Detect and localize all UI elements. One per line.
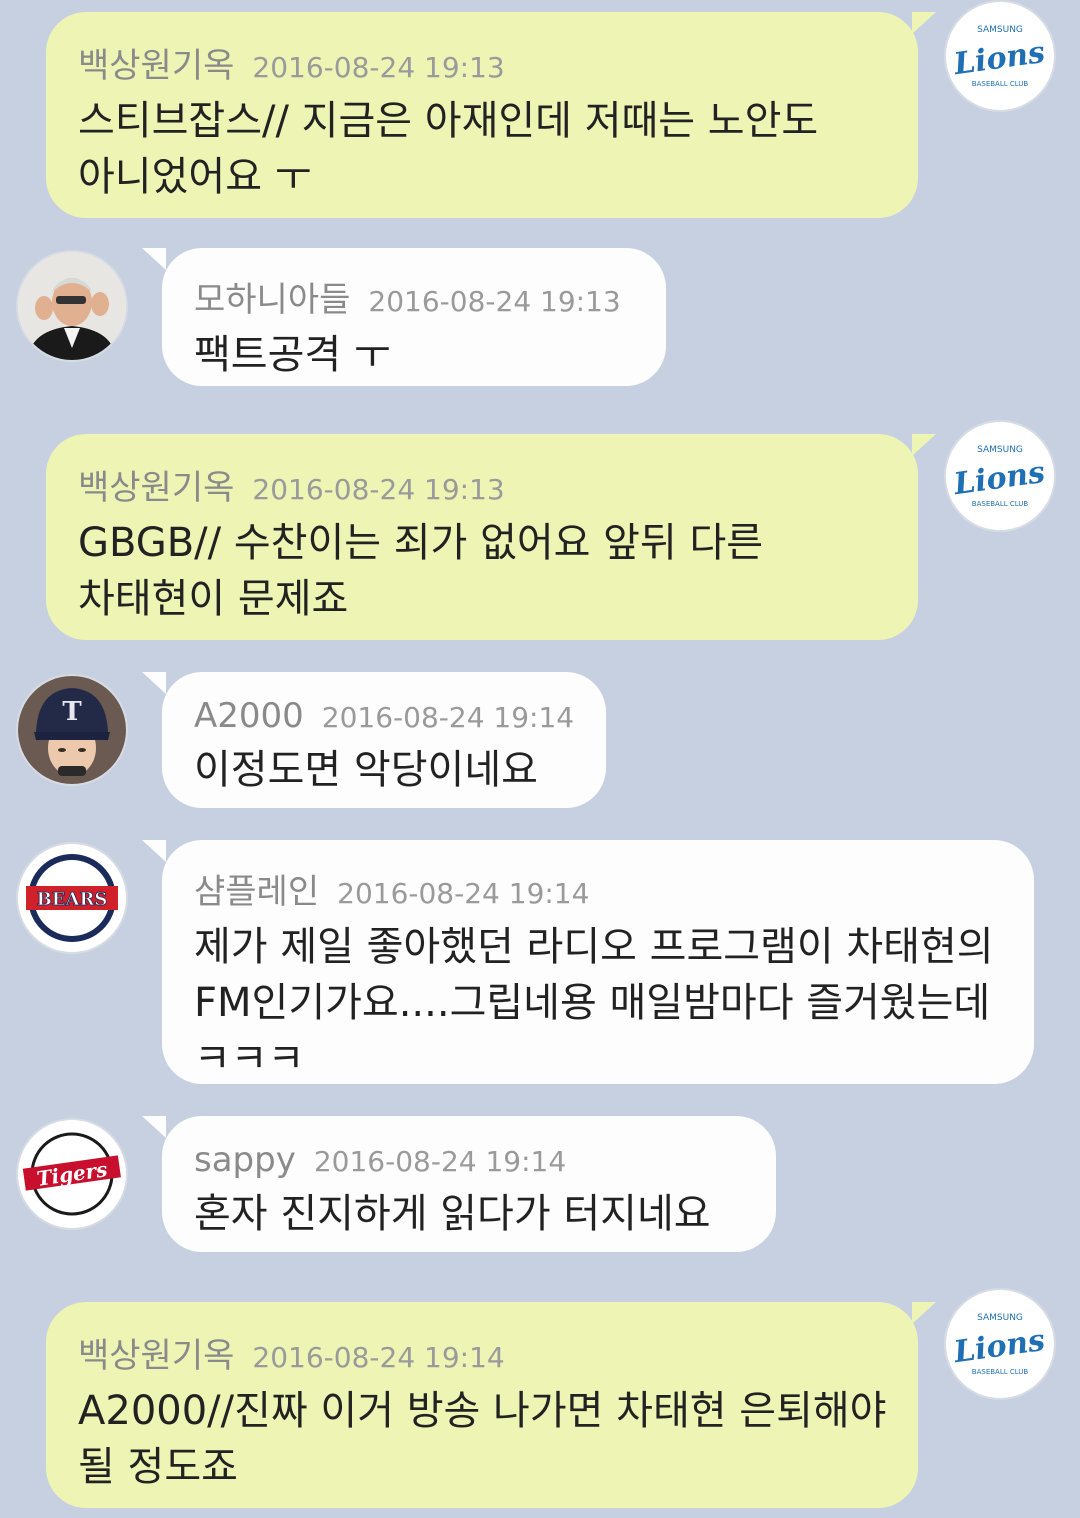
message-text: A2000//진짜 이거 방송 나가면 차태현 은퇴해야 될 정도죠: [78, 1388, 887, 1490]
svg-text:SAMSUNG: SAMSUNG: [977, 1313, 1023, 1323]
svg-text:BASEBALL CLUB: BASEBALL CLUB: [972, 80, 1029, 88]
chat-bubble-mine[interactable]: 백상원기옥 2016-08-24 19:13 스티브잡스// 지금은 아재인데 …: [46, 12, 936, 218]
bears-logo-icon[interactable]: BEARS: [16, 842, 128, 954]
message-meta: 모하니아들 2016-08-24 19:13: [194, 272, 636, 321]
message-meta: 백상원기옥 2016-08-24 19:13: [78, 38, 888, 87]
chat-bubble-mine[interactable]: 백상원기옥 2016-08-24 19:14 A2000//진짜 이거 방송 나…: [46, 1302, 936, 1508]
message-timestamp: 2016-08-24 19:14: [252, 1341, 505, 1374]
sender-nickname: sappy: [194, 1140, 296, 1180]
chat-log: 백상원기옥 2016-08-24 19:13 스티브잡스// 지금은 아재인데 …: [0, 0, 1080, 1518]
message-timestamp: 2016-08-24 19:13: [252, 473, 505, 506]
message-timestamp: 2016-08-24 19:14: [337, 877, 590, 910]
sender-nickname: 샴플레인: [194, 872, 320, 912]
message-text: 제가 제일 좋아했던 라디오 프로그램이 차태현의 FM인기가요....그립네용…: [194, 924, 994, 1082]
sender-nickname: 모하니아들: [194, 280, 351, 320]
message-meta: 샴플레인 2016-08-24 19:14: [194, 864, 1004, 913]
svg-text:BEARS: BEARS: [37, 889, 108, 910]
message-meta: 백상원기옥 2016-08-24 19:13: [78, 460, 888, 509]
message-timestamp: 2016-08-24 19:14: [313, 1145, 567, 1178]
chat-bubble-mine[interactable]: 백상원기옥 2016-08-24 19:13 GBGB// 수찬이는 죄가 없어…: [46, 434, 936, 640]
message-timestamp: 2016-08-24 19:13: [368, 285, 621, 318]
message-meta: 백상원기옥 2016-08-24 19:14: [78, 1328, 888, 1377]
message-text: GBGB// 수찬이는 죄가 없어요 앞뒤 다른 차태현이 문제죠: [78, 520, 764, 622]
message-text: 이정도면 악당이네요: [194, 747, 538, 793]
chat-bubble-other[interactable]: sappy 2016-08-24 19:14 혼자 진지하게 읽다가 터지네요: [142, 1116, 776, 1252]
sender-nickname: 백상원기옥: [78, 468, 235, 508]
message-meta: A2000 2016-08-24 19:14: [194, 696, 576, 736]
tigers-logo-icon[interactable]: Tigers: [16, 1118, 128, 1230]
svg-text:BASEBALL CLUB: BASEBALL CLUB: [972, 500, 1029, 508]
message-text: 혼자 진지하게 읽다가 터지네요: [194, 1191, 711, 1237]
message-timestamp: 2016-08-24 19:14: [321, 701, 575, 734]
sender-nickname: A2000: [194, 696, 304, 736]
man-photo-avatar[interactable]: [16, 250, 128, 362]
svg-text:SAMSUNG: SAMSUNG: [977, 445, 1023, 455]
lions-logo-icon[interactable]: SAMSUNG Lions BASEBALL CLUB: [944, 0, 1056, 112]
message-meta: sappy 2016-08-24 19:14: [194, 1140, 746, 1180]
message-text: 팩트공격 ㅜ: [194, 332, 391, 378]
svg-text:SAMSUNG: SAMSUNG: [977, 25, 1023, 35]
woman-cap-photo-avatar[interactable]: T: [16, 674, 128, 786]
svg-text:BASEBALL CLUB: BASEBALL CLUB: [972, 1368, 1029, 1376]
chat-bubble-other[interactable]: A2000 2016-08-24 19:14 이정도면 악당이네요: [142, 672, 606, 808]
lions-logo-icon[interactable]: SAMSUNG Lions BASEBALL CLUB: [944, 420, 1056, 532]
sender-nickname: 백상원기옥: [78, 46, 235, 86]
sender-nickname: 백상원기옥: [78, 1336, 235, 1376]
chat-bubble-other[interactable]: 샴플레인 2016-08-24 19:14 제가 제일 좋아했던 라디오 프로그…: [142, 840, 1034, 1084]
lions-logo-icon[interactable]: SAMSUNG Lions BASEBALL CLUB: [944, 1288, 1056, 1400]
svg-text:T: T: [62, 697, 82, 727]
chat-bubble-other[interactable]: 모하니아들 2016-08-24 19:13 팩트공격 ㅜ: [142, 248, 666, 386]
message-timestamp: 2016-08-24 19:13: [252, 51, 505, 84]
message-text: 스티브잡스// 지금은 아재인데 저때는 노안도 아니었어요 ㅜ: [78, 98, 819, 200]
